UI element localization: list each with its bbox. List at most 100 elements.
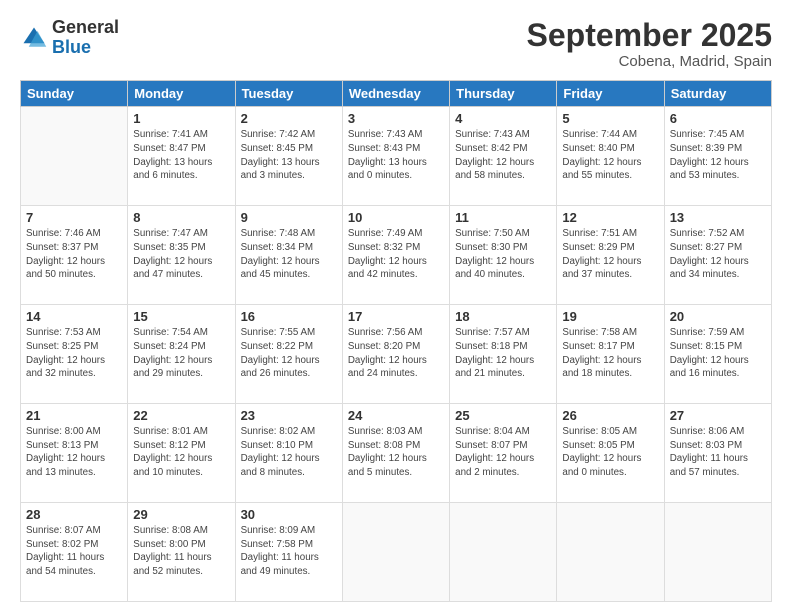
logo-icon: [20, 24, 48, 52]
day-number: 16: [241, 309, 337, 324]
day-number: 27: [670, 408, 766, 423]
day-info: Sunrise: 7:52 AM Sunset: 8:27 PM Dayligh…: [670, 227, 766, 282]
col-saturday: Saturday: [664, 81, 771, 107]
day-number: 11: [455, 210, 551, 225]
table-row: 22Sunrise: 8:01 AM Sunset: 8:12 PM Dayli…: [128, 404, 235, 503]
table-row: [342, 503, 449, 602]
table-row: 2 Sunrise: 7:42 AM Sunset: 8:45 PM Daylig…: [235, 107, 342, 206]
table-row: 24Sunrise: 8:03 AM Sunset: 8:08 PM Dayli…: [342, 404, 449, 503]
day-number: 6: [670, 111, 766, 126]
logo-blue-text: Blue: [52, 38, 119, 58]
header-row: Sunday Monday Tuesday Wednesday Thursday…: [21, 81, 772, 107]
day-info: Sunrise: 7:43 AM Sunset: 8:43 PM Dayligh…: [348, 128, 444, 183]
day-info: Sunrise: 8:04 AM Sunset: 8:07 PM Dayligh…: [455, 425, 551, 480]
day-info: Sunrise: 7:57 AM Sunset: 8:18 PM Dayligh…: [455, 326, 551, 381]
table-row: 6 Sunrise: 7:45 AM Sunset: 8:39 PM Daylig…: [664, 107, 771, 206]
table-row: 23 Sunrise: 8:02 AM Sunset: 8:10 PM Dayli…: [235, 404, 342, 503]
table-row: 21 Sunrise: 8:00 AM Sunset: 8:13 PM Dayli…: [21, 404, 128, 503]
day-number: 2: [241, 111, 337, 126]
day-info: Sunrise: 8:02 AM Sunset: 8:10 PM Dayligh…: [241, 425, 337, 480]
week-row-2: 7 Sunrise: 7:46 AM Sunset: 8:37 PM Daylig…: [21, 206, 772, 305]
table-row: 14Sunrise: 7:53 AM Sunset: 8:25 PM Dayli…: [21, 305, 128, 404]
day-number: 13: [670, 210, 766, 225]
calendar-title: September 2025: [527, 18, 772, 53]
table-row: 3 Sunrise: 7:43 AM Sunset: 8:43 PM Daylig…: [342, 107, 449, 206]
table-row: 12 Sunrise: 7:51 AM Sunset: 8:29 PM Dayli…: [557, 206, 664, 305]
table-row: [557, 503, 664, 602]
table-row: 18Sunrise: 7:57 AM Sunset: 8:18 PM Dayli…: [450, 305, 557, 404]
page: General Blue September 2025 Cobena, Madr…: [0, 0, 792, 612]
col-thursday: Thursday: [450, 81, 557, 107]
day-number: 3: [348, 111, 444, 126]
week-row-5: 28 Sunrise: 8:07 AM Sunset: 8:02 PM Dayli…: [21, 503, 772, 602]
table-row: 8 Sunrise: 7:47 AM Sunset: 8:35 PM Daylig…: [128, 206, 235, 305]
day-number: 7: [26, 210, 122, 225]
col-sunday: Sunday: [21, 81, 128, 107]
week-row-1: 1 Sunrise: 7:41 AM Sunset: 8:47 PM Daylig…: [21, 107, 772, 206]
day-info: Sunrise: 8:00 AM Sunset: 8:13 PM Dayligh…: [26, 425, 122, 480]
day-info: Sunrise: 7:55 AM Sunset: 8:22 PM Dayligh…: [241, 326, 337, 381]
day-number: 1: [133, 111, 229, 126]
day-info: Sunrise: 8:09 AM Sunset: 7:58 PM Dayligh…: [241, 524, 337, 579]
day-number: 9: [241, 210, 337, 225]
table-row: 19Sunrise: 7:58 AM Sunset: 8:17 PM Dayli…: [557, 305, 664, 404]
day-info: Sunrise: 7:48 AM Sunset: 8:34 PM Dayligh…: [241, 227, 337, 282]
logo-general-text: General: [52, 18, 119, 38]
day-number: 21: [26, 408, 122, 423]
table-row: 26 Sunrise: 8:05 AM Sunset: 8:05 PM Dayli…: [557, 404, 664, 503]
day-info: Sunrise: 7:47 AM Sunset: 8:35 PM Dayligh…: [133, 227, 229, 282]
table-row: 30Sunrise: 8:09 AM Sunset: 7:58 PM Dayli…: [235, 503, 342, 602]
day-info: Sunrise: 8:06 AM Sunset: 8:03 PM Dayligh…: [670, 425, 766, 480]
day-info: Sunrise: 7:54 AM Sunset: 8:24 PM Dayligh…: [133, 326, 229, 381]
day-number: 4: [455, 111, 551, 126]
calendar-subtitle: Cobena, Madrid, Spain: [527, 53, 772, 70]
logo: General Blue: [20, 18, 119, 58]
table-row: 1 Sunrise: 7:41 AM Sunset: 8:47 PM Daylig…: [128, 107, 235, 206]
day-info: Sunrise: 7:53 AM Sunset: 8:25 PM Dayligh…: [26, 326, 122, 381]
day-number: 8: [133, 210, 229, 225]
day-number: 15: [133, 309, 229, 324]
table-row: 16 Sunrise: 7:55 AM Sunset: 8:22 PM Dayli…: [235, 305, 342, 404]
day-info: Sunrise: 8:07 AM Sunset: 8:02 PM Dayligh…: [26, 524, 122, 579]
table-row: 13 Sunrise: 7:52 AM Sunset: 8:27 PM Dayli…: [664, 206, 771, 305]
day-number: 20: [670, 309, 766, 324]
col-monday: Monday: [128, 81, 235, 107]
table-row: 11 Sunrise: 7:50 AM Sunset: 8:30 PM Dayli…: [450, 206, 557, 305]
title-block: September 2025 Cobena, Madrid, Spain: [527, 18, 772, 70]
week-row-3: 14Sunrise: 7:53 AM Sunset: 8:25 PM Dayli…: [21, 305, 772, 404]
table-row: 9 Sunrise: 7:48 AM Sunset: 8:34 PM Daylig…: [235, 206, 342, 305]
day-info: Sunrise: 8:05 AM Sunset: 8:05 PM Dayligh…: [562, 425, 658, 480]
day-number: 10: [348, 210, 444, 225]
day-info: Sunrise: 7:56 AM Sunset: 8:20 PM Dayligh…: [348, 326, 444, 381]
table-row: [21, 107, 128, 206]
table-row: 15 Sunrise: 7:54 AM Sunset: 8:24 PM Dayli…: [128, 305, 235, 404]
day-info: Sunrise: 7:51 AM Sunset: 8:29 PM Dayligh…: [562, 227, 658, 282]
day-info: Sunrise: 7:45 AM Sunset: 8:39 PM Dayligh…: [670, 128, 766, 183]
day-number: 23: [241, 408, 337, 423]
day-number: 26: [562, 408, 658, 423]
table-row: 4Sunrise: 7:43 AM Sunset: 8:42 PM Daylig…: [450, 107, 557, 206]
week-row-4: 21 Sunrise: 8:00 AM Sunset: 8:13 PM Dayli…: [21, 404, 772, 503]
table-row: 28 Sunrise: 8:07 AM Sunset: 8:02 PM Dayli…: [21, 503, 128, 602]
day-number: 17: [348, 309, 444, 324]
col-wednesday: Wednesday: [342, 81, 449, 107]
day-info: Sunrise: 7:44 AM Sunset: 8:40 PM Dayligh…: [562, 128, 658, 183]
day-info: Sunrise: 7:41 AM Sunset: 8:47 PM Dayligh…: [133, 128, 229, 183]
day-number: 19: [562, 309, 658, 324]
table-row: [664, 503, 771, 602]
table-row: 17 Sunrise: 7:56 AM Sunset: 8:20 PM Dayli…: [342, 305, 449, 404]
day-info: Sunrise: 7:46 AM Sunset: 8:37 PM Dayligh…: [26, 227, 122, 282]
day-info: Sunrise: 8:01 AM Sunset: 8:12 PM Dayligh…: [133, 425, 229, 480]
day-number: 5: [562, 111, 658, 126]
table-row: 10Sunrise: 7:49 AM Sunset: 8:32 PM Dayli…: [342, 206, 449, 305]
day-number: 12: [562, 210, 658, 225]
day-info: Sunrise: 7:42 AM Sunset: 8:45 PM Dayligh…: [241, 128, 337, 183]
calendar-table: Sunday Monday Tuesday Wednesday Thursday…: [20, 80, 772, 602]
header: General Blue September 2025 Cobena, Madr…: [20, 18, 772, 70]
day-number: 25: [455, 408, 551, 423]
day-info: Sunrise: 7:59 AM Sunset: 8:15 PM Dayligh…: [670, 326, 766, 381]
table-row: 27 Sunrise: 8:06 AM Sunset: 8:03 PM Dayli…: [664, 404, 771, 503]
day-info: Sunrise: 8:03 AM Sunset: 8:08 PM Dayligh…: [348, 425, 444, 480]
day-number: 28: [26, 507, 122, 522]
day-info: Sunrise: 7:50 AM Sunset: 8:30 PM Dayligh…: [455, 227, 551, 282]
